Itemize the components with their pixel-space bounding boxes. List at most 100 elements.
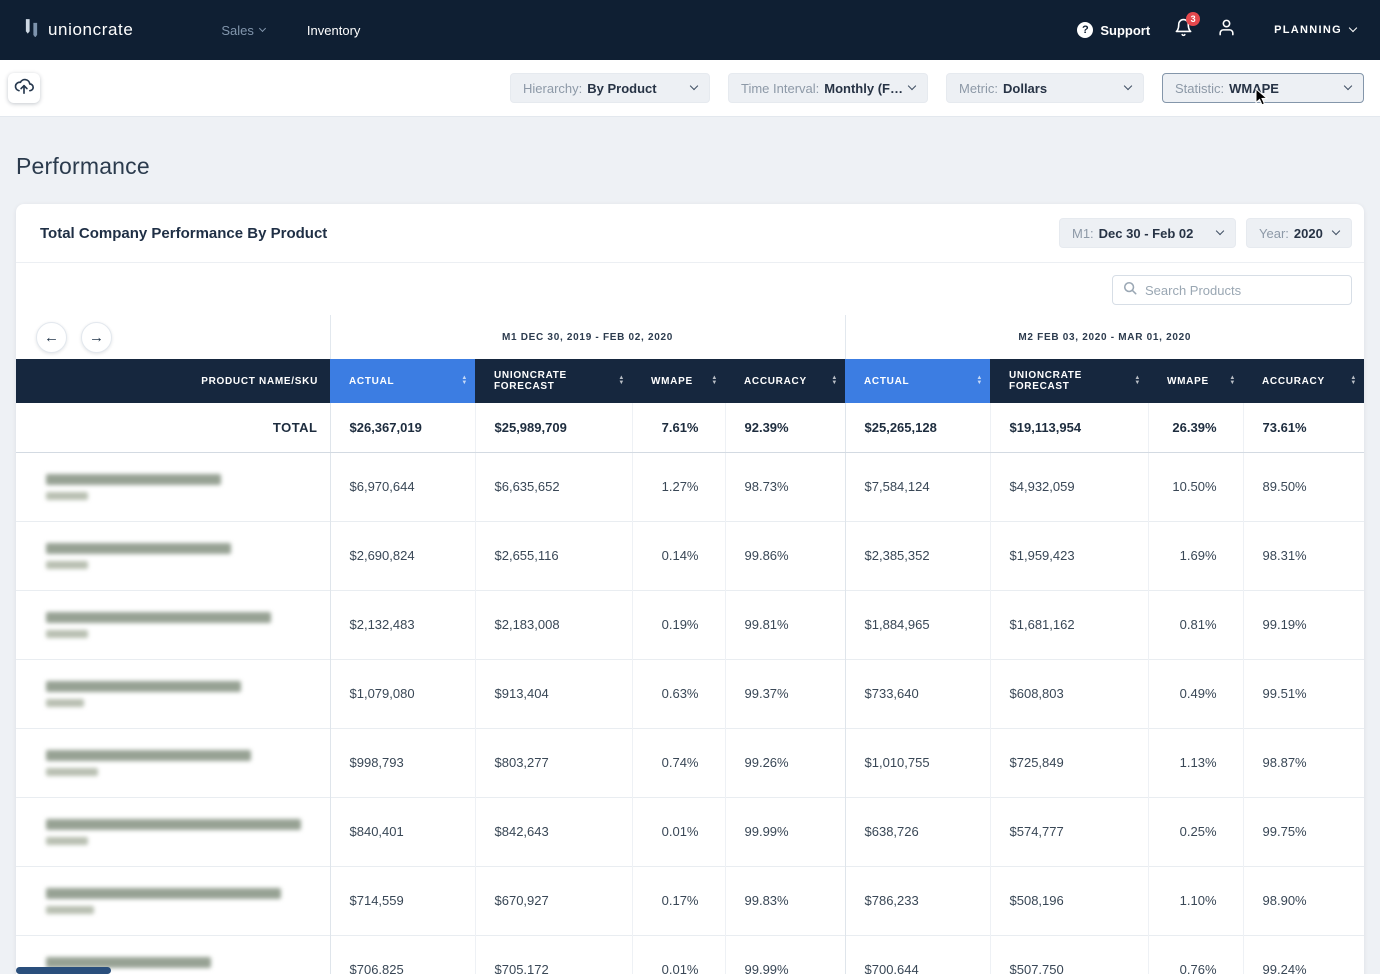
table-cell: 98.31% <box>1242 520 1365 590</box>
table-cell: 0.01% <box>631 934 725 974</box>
table-cell: $842,643 <box>474 796 632 866</box>
chevron-down-icon <box>689 81 699 91</box>
redacted-sku-line <box>46 698 84 707</box>
table-cell: 0.49% <box>1147 658 1244 728</box>
total-cell: $25,265,128 <box>844 403 991 453</box>
column-label: ACCURACY <box>1262 375 1325 387</box>
statistic-dropdown[interactable]: Statistic: WMAPE <box>1162 73 1364 103</box>
table-cell: 98.87% <box>1242 727 1365 797</box>
redacted-product-name[interactable] <box>16 658 330 728</box>
table-row: $840,401 $842,643 0.01% 99.99% $638,726 $574,… <box>16 796 1365 866</box>
user-menu-button[interactable] <box>1217 18 1236 42</box>
column-header-accuracy-m2[interactable]: ACCURACY ▲ ▼ <box>1243 359 1365 403</box>
table-cell: $1,959,423 <box>989 520 1149 590</box>
horizontal-scrollbar-thumb[interactable] <box>16 967 111 974</box>
table-body: $6,970,644 $6,635,652 1.27% 98.73% $7,584,12… <box>16 452 1365 974</box>
table-cell: $2,655,116 <box>474 520 632 590</box>
nav-item-inventory[interactable]: Inventory <box>307 23 360 38</box>
column-header-wmape-m2[interactable]: WMAPE ▲ ▼ <box>1148 359 1244 403</box>
total-cell: $26,367,019 <box>329 403 475 453</box>
page-title: Performance <box>16 153 150 179</box>
metric-label: Metric: <box>959 80 998 96</box>
column-header-actual-m2[interactable]: ACTUAL ▲ ▼ <box>845 359 991 403</box>
column-header-forecast-m2[interactable]: UNIONCRATE FORECAST ▲ ▼ <box>990 359 1149 403</box>
nav-item-sales[interactable]: Sales <box>221 22 266 38</box>
topbar-right: ? Support 3 PLANNING <box>1077 12 1358 42</box>
performance-table: ← → M1 DEC 30, 2019 - FEB 02, 2020 M2 FE… <box>16 315 1365 974</box>
support-label: Support <box>1100 22 1151 38</box>
column-label: ACCURACY <box>744 375 807 387</box>
table-cell: $725,849 <box>989 727 1149 797</box>
sort-icon: ▲ ▼ <box>711 375 718 386</box>
redacted-product-name[interactable] <box>16 520 330 590</box>
table-cell: 99.37% <box>724 658 846 728</box>
table-cell: $1,884,965 <box>844 589 991 659</box>
search-products-input[interactable] <box>1145 282 1341 298</box>
redacted-name-line <box>46 473 221 485</box>
table-row: $2,132,483 $2,183,008 0.19% 99.81% $1,884,96… <box>16 589 1365 659</box>
redacted-sku-line <box>46 491 88 500</box>
column-label: ACTUAL <box>864 375 910 387</box>
nav-sales-label: Sales <box>221 22 254 38</box>
table-cell: 0.25% <box>1147 796 1244 866</box>
table-cell: $840,401 <box>329 796 475 866</box>
support-button[interactable]: ? Support <box>1077 22 1150 38</box>
table-cell: $4,932,059 <box>989 452 1149 521</box>
time-interval-label: Time Interval: <box>741 80 820 96</box>
year-dropdown[interactable]: Year: 2020 <box>1246 218 1352 248</box>
total-cell: 92.39% <box>724 403 846 453</box>
user-icon <box>1217 18 1236 42</box>
table-cell: $706,825 <box>329 934 475 974</box>
table-cell: 99.51% <box>1242 658 1365 728</box>
redacted-sku-line <box>46 836 88 845</box>
redacted-product-name[interactable] <box>16 452 330 521</box>
brand-name: unioncrate <box>48 20 134 39</box>
search-row <box>16 263 1364 315</box>
column-header-forecast-m1[interactable]: UNIONCRATE FORECAST ▲ ▼ <box>475 359 632 403</box>
sort-icon: ▲ ▼ <box>1350 375 1358 386</box>
sort-icon: ▲ ▼ <box>461 375 468 386</box>
search-box <box>1112 275 1352 305</box>
next-page-button[interactable]: → <box>81 321 112 353</box>
table-cell: $786,233 <box>844 865 991 935</box>
redacted-product-name[interactable] <box>16 796 330 866</box>
m1-label: M1: <box>1072 225 1094 241</box>
card-header: Total Company Performance By Product M1:… <box>16 204 1364 263</box>
export-cloud-button[interactable] <box>8 73 40 103</box>
redacted-product-name[interactable] <box>16 865 330 935</box>
time-interval-dropdown[interactable]: Time Interval: Monthly (Fi... <box>728 73 928 103</box>
metric-dropdown[interactable]: Metric: Dollars <box>946 73 1144 103</box>
redacted-sku-line <box>46 560 88 569</box>
filter-toolbar: Hierarchy: By Product Time Interval: Mon… <box>0 60 1380 117</box>
table-cell: 99.19% <box>1242 589 1365 659</box>
column-header-accuracy-m1[interactable]: ACCURACY ▲ ▼ <box>725 359 846 403</box>
table-cell: 0.01% <box>631 796 725 866</box>
redacted-name-line <box>46 818 301 830</box>
total-cell: 7.61% <box>631 403 725 453</box>
m1-value: Dec 30 - Feb 02 <box>1098 225 1194 241</box>
column-header-actual-m1[interactable]: ACTUAL ▲ ▼ <box>330 359 475 403</box>
notifications-button[interactable]: 3 <box>1174 12 1201 42</box>
brand[interactable]: unioncrate <box>24 18 133 42</box>
table-cell: 0.74% <box>631 727 725 797</box>
m1-period-dropdown[interactable]: M1: Dec 30 - Feb 02 <box>1059 218 1236 248</box>
main-content: Performance Total Company Performance By… <box>0 153 1380 974</box>
chevron-down-icon <box>1331 226 1341 236</box>
prev-page-button[interactable]: ← <box>36 321 67 353</box>
table-cell: $913,404 <box>474 658 632 728</box>
redacted-product-name[interactable] <box>16 589 330 659</box>
column-header-wmape-m1[interactable]: WMAPE ▲ ▼ <box>632 359 725 403</box>
redacted-product-name[interactable] <box>16 727 330 797</box>
table-row: $6,970,644 $6,635,652 1.27% 98.73% $7,584,12… <box>16 452 1365 521</box>
table-cell: 0.14% <box>631 520 725 590</box>
planning-mode-dropdown[interactable]: PLANNING <box>1274 23 1358 36</box>
table-cell: 1.13% <box>1147 727 1244 797</box>
sort-icon: ▲ ▼ <box>831 375 839 386</box>
total-label: TOTAL <box>16 403 330 453</box>
table-row: $2,690,824 $2,655,116 0.14% 99.86% $2,385,35… <box>16 520 1365 590</box>
hierarchy-dropdown[interactable]: Hierarchy: By Product <box>510 73 710 103</box>
column-label: WMAPE <box>1167 375 1209 387</box>
table-cell: $1,681,162 <box>989 589 1149 659</box>
table-cell: 0.81% <box>1147 589 1244 659</box>
table-cell: 99.83% <box>724 865 846 935</box>
